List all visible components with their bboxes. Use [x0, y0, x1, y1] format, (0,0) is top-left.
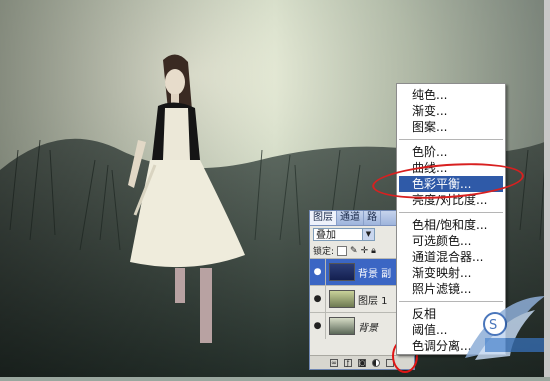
brush-icon[interactable]: ✎: [350, 246, 358, 256]
eye-icon[interactable]: ●: [310, 259, 326, 285]
scrollbar[interactable]: [544, 0, 550, 377]
layer-thumbnail: [329, 317, 355, 335]
menu-separator: [399, 139, 503, 140]
lock-transparent-checkbox[interactable]: [337, 245, 348, 256]
blend-mode-value: 叠加: [316, 230, 336, 241]
layer-name: 背景: [358, 322, 378, 334]
tab-channels[interactable]: 通道: [337, 211, 364, 225]
chevron-down-icon: ▼: [362, 229, 374, 240]
layer-name: 图层 1: [358, 295, 388, 307]
menu-item-gradient[interactable]: 渐变...: [397, 103, 505, 119]
mask-icon[interactable]: ◙: [358, 358, 366, 367]
tab-layers[interactable]: 图层: [310, 211, 337, 225]
menu-item-selective-color[interactable]: 可选颜色...: [397, 233, 505, 249]
fx-icon[interactable]: ƒ: [344, 358, 352, 367]
menu-item-channel-mixer[interactable]: 通道混合器...: [397, 249, 505, 265]
menu-separator: [399, 212, 503, 213]
tab-paths[interactable]: 路: [364, 211, 381, 225]
link-icon[interactable]: ∞: [330, 358, 338, 367]
move-icon[interactable]: ✛: [361, 246, 369, 256]
layer-thumbnail: [329, 263, 355, 281]
layer-name: 背景 副: [358, 268, 392, 280]
menu-item-solid-color[interactable]: 纯色...: [397, 87, 505, 103]
blend-mode-select[interactable]: 叠加 ▼: [313, 228, 375, 241]
menu-item-levels[interactable]: 色阶...: [397, 144, 505, 160]
svg-text:S: S: [489, 318, 497, 333]
menu-item-hue-saturation[interactable]: 色相/饱和度...: [397, 217, 505, 233]
lock-label: 锁定:: [313, 247, 335, 257]
adjustment-layer-icon[interactable]: [372, 358, 380, 367]
menu-item-gradient-map[interactable]: 渐变映射...: [397, 265, 505, 281]
lock-icon[interactable]: 🔒︎: [371, 246, 376, 256]
layer-thumbnail: [329, 290, 355, 308]
menu-item-pattern[interactable]: 图案...: [397, 119, 505, 135]
eye-icon[interactable]: ●: [310, 313, 326, 339]
watermark-logo: S: [455, 288, 550, 377]
eye-icon[interactable]: ●: [310, 286, 326, 312]
